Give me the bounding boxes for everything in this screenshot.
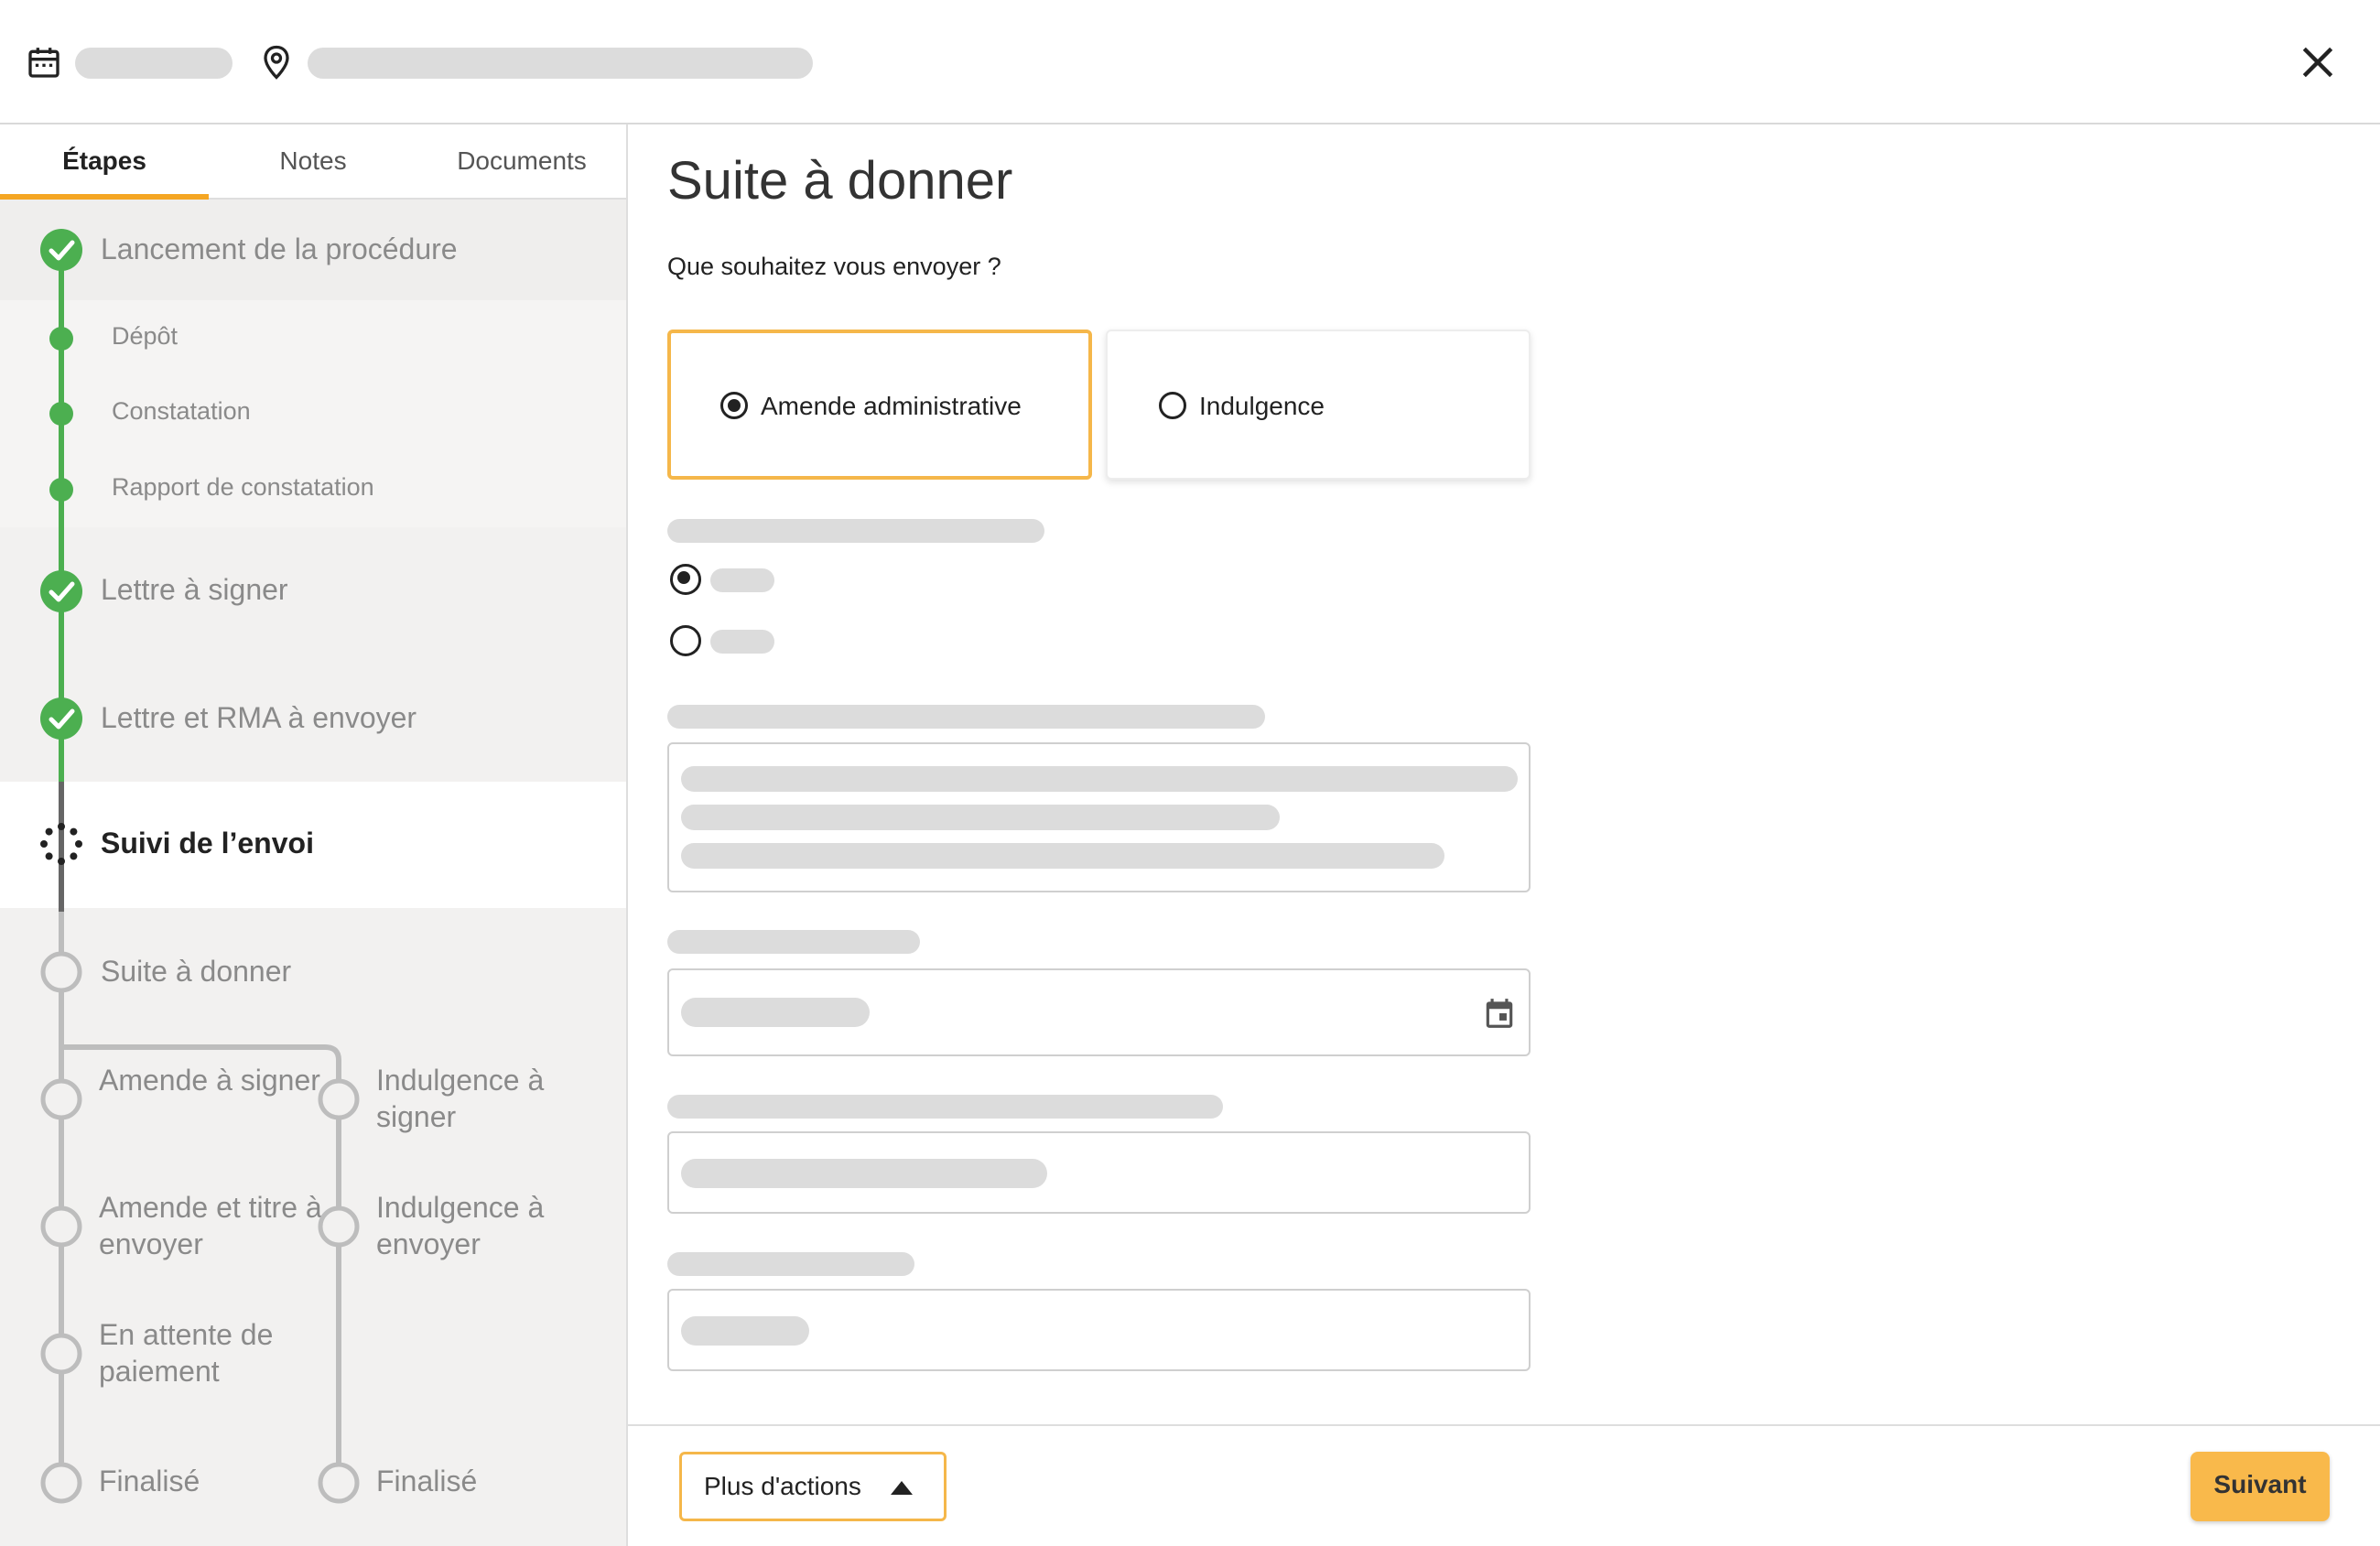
address-placeholder — [308, 48, 813, 79]
text-value-placeholder — [681, 1316, 809, 1346]
substep-dot-icon — [49, 327, 73, 351]
substep-constatation[interactable]: Constatation — [112, 397, 251, 426]
text-field[interactable] — [667, 1131, 1531, 1214]
field-label-placeholder — [667, 1095, 1223, 1119]
substep-rapport[interactable]: Rapport de constatation — [112, 473, 374, 502]
field-label-placeholder — [667, 705, 1265, 729]
substep-dot-icon — [49, 402, 73, 426]
more-actions-label: Plus d'actions — [704, 1472, 861, 1500]
steps-sidebar: Étapes Notes Documents Lancement de la p… — [0, 124, 628, 1546]
pending-circle-icon — [40, 1078, 82, 1120]
option-indulgence-label: Indulgence — [1199, 392, 1325, 420]
pending-circle-icon — [40, 1205, 82, 1248]
step-amende-signer[interactable]: Amende à signer — [99, 1062, 337, 1098]
step-finalise-left[interactable]: Finalisé — [99, 1465, 200, 1498]
check-circle-icon — [40, 570, 82, 612]
step-lettre-signer[interactable]: Lettre à signer — [101, 573, 288, 607]
calendar-icon[interactable] — [1482, 996, 1517, 1031]
text-placeholder — [681, 766, 1518, 792]
pending-circle-icon — [318, 1205, 360, 1248]
step-suivi[interactable]: Suivi de l’envoi — [101, 827, 314, 860]
in-progress-icon — [40, 823, 82, 865]
text-field[interactable] — [667, 1289, 1531, 1371]
question-label: Que souhaitez vous envoyer ? — [667, 253, 1001, 280]
main-panel: Suite à donner Que souhaitez vous envoye… — [628, 124, 2380, 1424]
radio-label-placeholder — [710, 630, 774, 654]
option-amende-label: Amende administrative — [761, 392, 1022, 420]
more-actions-button[interactable]: Plus d'actions — [679, 1452, 947, 1521]
top-bar — [0, 0, 2380, 124]
step-indulgence-signer[interactable]: Indulgence à signer — [376, 1062, 614, 1135]
step-lettre-rma[interactable]: Lettre et RMA à envoyer — [101, 701, 416, 735]
option-indulgence-card[interactable]: Indulgence — [1106, 330, 1531, 480]
step-lancement[interactable]: Lancement de la procédure — [101, 232, 458, 266]
check-circle-icon — [40, 229, 82, 271]
substep-dot-icon — [49, 478, 73, 502]
pending-circle-icon — [40, 1333, 82, 1375]
location-pin-icon — [264, 45, 289, 80]
radio-placeholder-2[interactable] — [670, 625, 701, 656]
date-value-placeholder — [681, 998, 870, 1027]
field-label-placeholder — [667, 1252, 914, 1276]
pending-circle-icon — [40, 1462, 82, 1504]
text-placeholder — [681, 805, 1280, 830]
date-placeholder — [75, 48, 233, 79]
page-title: Suite à donner — [667, 151, 1013, 211]
step-amende-titre[interactable]: Amende et titre à envoyer — [99, 1189, 337, 1262]
field-label-placeholder — [667, 930, 920, 954]
textarea-field[interactable] — [667, 742, 1531, 892]
step-attente-paiement[interactable]: En attente de paiement — [99, 1316, 337, 1389]
radio-label-placeholder — [710, 568, 774, 592]
text-value-placeholder — [681, 1159, 1047, 1188]
step-indulgence-envoyer[interactable]: Indulgence à envoyer — [376, 1189, 614, 1262]
radio-placeholder-1[interactable] — [670, 564, 701, 595]
check-circle-icon — [40, 697, 82, 740]
next-button[interactable]: Suivant — [2191, 1452, 2330, 1521]
next-label: Suivant — [2213, 1470, 2307, 1498]
close-icon[interactable] — [2298, 42, 2338, 82]
pending-circle-icon — [318, 1462, 360, 1504]
field-label-placeholder — [667, 519, 1044, 543]
step-suite[interactable]: Suite à donner — [101, 955, 291, 989]
pending-circle-icon — [40, 951, 82, 993]
option-amende-card[interactable]: Amende administrative — [667, 330, 1092, 480]
step-finalise-right[interactable]: Finalisé — [376, 1465, 477, 1498]
radio-amende[interactable] — [720, 392, 748, 419]
text-placeholder — [681, 843, 1444, 869]
calendar-icon — [28, 48, 60, 78]
footer-bar: Plus d'actions Suivant — [628, 1424, 2380, 1546]
date-field[interactable] — [667, 968, 1531, 1056]
caret-up-icon — [891, 1481, 913, 1495]
radio-indulgence[interactable] — [1159, 392, 1186, 419]
substep-depot[interactable]: Dépôt — [112, 322, 178, 351]
pending-circle-icon — [318, 1078, 360, 1120]
